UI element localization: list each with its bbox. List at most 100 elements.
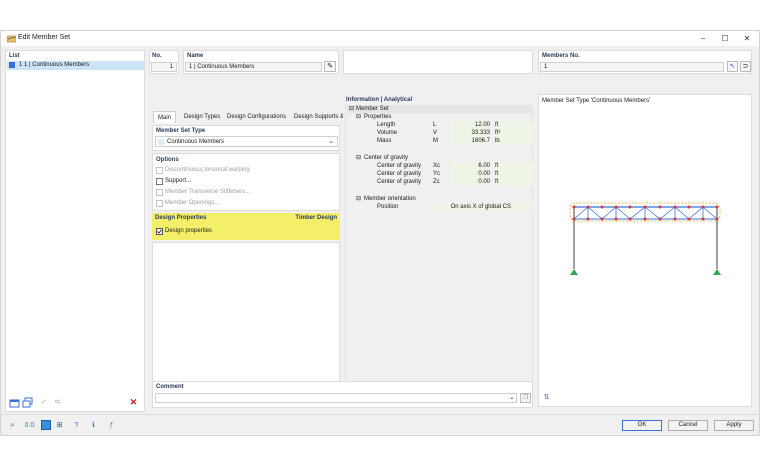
properties-label: Properties: [364, 114, 392, 120]
support-label: Support...: [165, 178, 192, 184]
property-row: Volume V 33.333 ft³: [347, 129, 535, 137]
tree-root-row: ⊟ Member Set: [347, 105, 533, 113]
discontinuous-warping-checkbox[interactable]: [156, 167, 163, 174]
discontinuous-warping-label: Discontinuous torsional warping: [165, 167, 250, 173]
list-label: List: [9, 53, 20, 59]
formula-icon[interactable]: ƒ: [106, 420, 117, 431]
divider: [1, 414, 759, 415]
list-item[interactable]: 1 1 | Continuous Members: [7, 61, 144, 70]
close-button[interactable]: ✕: [736, 32, 758, 45]
cog-name: Center of gravity: [377, 179, 422, 185]
type-swatch: [158, 139, 164, 145]
cog-header-row: ⊟ Center of gravity: [347, 154, 533, 162]
cog-value: 0.00: [450, 178, 490, 186]
apply-button[interactable]: Apply: [714, 420, 754, 431]
info-title: Information | Analytical: [346, 97, 413, 103]
renumber-icon[interactable]: ⇆: [52, 397, 63, 408]
cog-row: Center of gravity Yc 0.00 ft: [347, 170, 535, 178]
preview-options-icon[interactable]: ⇅: [541, 392, 552, 403]
design-properties-panel: Design Properties Timber Design Design p…: [152, 213, 340, 240]
list-item-label: 1 1 | Continuous Members: [19, 62, 90, 68]
cog-unit: ft: [495, 178, 535, 186]
preview-panel: Member Set Type 'Continuous Members': [538, 94, 752, 407]
comment-copy-icon[interactable]: ❐: [520, 393, 531, 403]
orientation-row: Position On axis X of global CS: [347, 203, 533, 211]
truss-preview: [569, 202, 721, 275]
transverse-stiffeners-label: Member Transverse Stiffeners...: [165, 189, 251, 195]
reverse-icon[interactable]: ⊃: [740, 61, 751, 72]
support-checkbox[interactable]: [156, 178, 163, 185]
property-symbol: V: [433, 130, 438, 136]
check-icon[interactable]: ✓: [38, 397, 49, 408]
design-properties-checkbox[interactable]: [156, 228, 163, 235]
cog-name: Center of gravity: [377, 171, 422, 177]
dialog-window: Edit Member Set – ☐ ✕ List 1 1 | Continu…: [0, 30, 760, 436]
property-value: 12.00: [450, 121, 490, 129]
cog-symbol: Yc: [433, 171, 441, 177]
maximize-button[interactable]: ☐: [714, 32, 736, 45]
collapse-icon[interactable]: ⊟: [349, 105, 354, 113]
member-set-type-select[interactable]: Continuous Members ⌄: [155, 136, 338, 147]
edit-name-icon[interactable]: ✎: [324, 61, 336, 72]
member-set-type-value: Continuous Members: [167, 139, 225, 145]
comment-input[interactable]: [155, 393, 517, 403]
property-name: Volume: [377, 130, 398, 136]
info-tree: [345, 105, 533, 407]
transverse-stiffeners-checkbox[interactable]: [156, 189, 163, 196]
color-swatch: [9, 62, 15, 68]
ok-button[interactable]: OK: [622, 420, 662, 431]
cog-row: Center of gravity Zc 0.00 ft: [347, 178, 535, 186]
new-icon[interactable]: [9, 397, 20, 408]
property-unit: ft³: [495, 129, 535, 137]
members-label: Members No.: [542, 53, 580, 59]
design-properties-label: Design Properties: [155, 215, 207, 221]
properties-row: ⊟ Properties: [347, 113, 533, 121]
name-field[interactable]: 1 | Continuous Members: [185, 62, 322, 72]
property-value: 1606.7: [450, 137, 490, 145]
select-members-icon[interactable]: ↖: [727, 61, 738, 72]
orientation-label: Member orientation: [364, 196, 416, 202]
tab-design-configurations[interactable]: Design Configurations: [223, 111, 290, 123]
units-icon[interactable]: 0.0: [24, 420, 35, 431]
property-symbol: L: [433, 122, 437, 128]
cog-name: Center of gravity: [377, 163, 422, 169]
blank-header-panel: [343, 50, 533, 74]
timber-design-label: Timber Design: [295, 215, 337, 221]
preview-title: Member Set Type 'Continuous Members': [542, 98, 651, 104]
options-label: Options: [156, 157, 179, 163]
copy-icon[interactable]: [22, 397, 33, 408]
window-title: Edit Member Set: [18, 34, 71, 41]
cog-symbol: Zc: [433, 179, 440, 185]
minimize-button[interactable]: –: [692, 32, 714, 45]
search-icon[interactable]: ⌕: [7, 420, 18, 431]
cog-label: Center of gravity: [364, 155, 409, 161]
info-icon[interactable]: ℹ: [88, 420, 99, 431]
property-value: 33.333: [450, 129, 490, 137]
help-icon[interactable]: ?: [71, 420, 82, 431]
property-name: Length: [377, 122, 396, 128]
chevron-down-icon[interactable]: ⌄: [509, 393, 515, 401]
collapse-icon[interactable]: ⊟: [356, 195, 361, 203]
property-name: Mass: [377, 138, 392, 144]
delete-icon[interactable]: ✕: [128, 397, 139, 408]
tab-main[interactable]: Main: [153, 111, 177, 123]
members-field[interactable]: 1: [540, 62, 724, 72]
cog-row: Center of gravity Xc 6.00 ft: [347, 162, 535, 170]
cog-value: 6.00: [450, 162, 490, 170]
no-field[interactable]: 1: [151, 62, 177, 72]
table-icon[interactable]: ⊞: [54, 420, 65, 431]
cog-unit: ft: [495, 162, 535, 170]
collapse-icon[interactable]: ⊟: [356, 113, 361, 121]
collapse-icon[interactable]: ⊟: [356, 154, 361, 162]
cog-symbol: Xc: [433, 163, 441, 169]
member-openings-checkbox[interactable]: [156, 200, 163, 207]
member-openings-label: Member Openings...: [165, 200, 220, 206]
comment-label: Comment: [156, 384, 184, 390]
cancel-button[interactable]: Cancel: [668, 420, 708, 431]
cog-unit: ft: [495, 170, 535, 178]
chevron-down-icon: ⌄: [328, 138, 334, 145]
color-icon[interactable]: [41, 420, 51, 430]
property-unit: ft: [495, 121, 535, 129]
tab-design-types[interactable]: Design Types: [180, 111, 224, 123]
cog-value: 0.00: [450, 170, 490, 178]
